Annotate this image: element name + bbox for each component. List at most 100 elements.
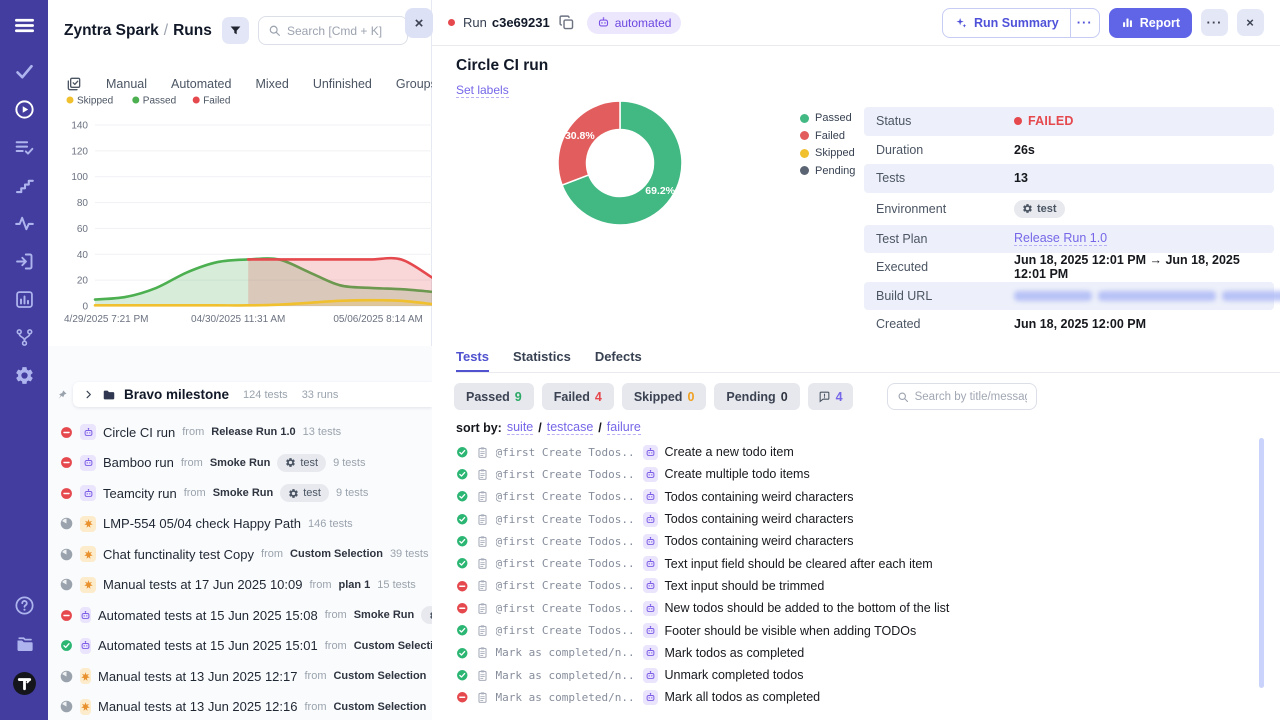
test-list-item[interactable]: @first Create Todos... Create a new todo… xyxy=(456,441,1250,463)
breadcrumb-project[interactable]: Zyntra Spark xyxy=(64,22,159,39)
tab-defects[interactable]: Defects xyxy=(595,349,642,372)
more-actions-button[interactable]: ··· xyxy=(1201,9,1228,36)
sidebar-steps-icon[interactable] xyxy=(14,175,35,196)
run-title: Circle CI run xyxy=(456,57,548,75)
run-list-item[interactable]: Manual tests at 13 Jun 2025 12:17from Cu… xyxy=(48,661,432,692)
manual-run-icon xyxy=(80,546,96,562)
test-list-item[interactable]: @first Create Todos... Todos containing … xyxy=(456,486,1250,508)
sidebar-list-check-icon[interactable] xyxy=(14,137,35,158)
copy-icon[interactable] xyxy=(558,14,575,31)
tab-mixed[interactable]: Mixed xyxy=(255,77,288,91)
run-list-item[interactable]: Teamcity runfrom Smoke Runtest9 tests xyxy=(48,478,432,509)
panel-close-button[interactable]: × xyxy=(405,8,433,38)
test-suite: @first Create Todos... xyxy=(496,557,636,570)
set-labels-link[interactable]: Set labels xyxy=(456,83,509,98)
run-list-item[interactable]: Bamboo runfrom Smoke Runtest9 tests xyxy=(48,448,432,479)
run-list-item[interactable]: Circle CI runfrom Release Run 1.013 test… xyxy=(48,417,432,448)
automated-test-icon xyxy=(643,556,658,571)
run-list-item[interactable]: Manual tests at 17 Jun 2025 10:09from pl… xyxy=(48,570,432,601)
run-summary-more-button[interactable]: ··· xyxy=(1071,9,1099,37)
sidebar-help-icon[interactable] xyxy=(14,595,35,616)
report-button[interactable]: Report xyxy=(1109,8,1192,38)
milestone-row[interactable]: Bravo milestone 124 tests 33 runs xyxy=(56,382,432,407)
filter-skipped[interactable]: Skipped 0 xyxy=(622,383,707,410)
sidebar-play-circle-icon[interactable] xyxy=(14,99,35,120)
sidebar-logo-icon[interactable] xyxy=(12,671,37,696)
tab-manual[interactable]: Manual xyxy=(106,77,147,91)
run-from-label: from xyxy=(304,701,326,713)
test-title: Todos containing weird characters xyxy=(665,512,854,526)
automated-test-icon xyxy=(643,467,658,482)
run-list-item[interactable]: LMP-554 05/04 check Happy Path146 tests xyxy=(48,509,432,540)
test-list-item[interactable]: @first Create Todos... Footer should be … xyxy=(456,619,1250,641)
funnel-icon xyxy=(229,24,242,37)
run-title: Automated tests at 15 Jun 2025 15:08 xyxy=(98,608,318,623)
detail-row: Status FAILED xyxy=(864,107,1274,136)
automated-run-icon xyxy=(80,607,91,623)
test-list-item[interactable]: Mark as completed/n... Mark todos as com… xyxy=(456,642,1250,664)
sidebar-chart-box-icon[interactable] xyxy=(14,289,35,310)
sort-row: sort by:suite/testcase/failure xyxy=(456,420,641,435)
results-donut-chart: 69.2%30.8% xyxy=(525,97,725,233)
sidebar-import-icon[interactable] xyxy=(14,251,35,272)
test-suite: @first Create Todos... xyxy=(496,602,636,615)
search-input[interactable] xyxy=(287,24,398,38)
automated-test-icon xyxy=(643,623,658,638)
test-list-item[interactable]: @first Create Todos... Todos containing … xyxy=(456,508,1250,530)
test-suite: Mark as completed/n... xyxy=(496,691,636,704)
tests-search-input[interactable] xyxy=(915,391,1027,403)
sidebar-gear-icon[interactable] xyxy=(14,365,35,386)
pin-icon xyxy=(56,389,68,401)
run-list-item[interactable]: Automated tests at 15 Jun 2025 15:08 from… xyxy=(48,600,432,631)
test-list-item[interactable]: @first Create Todos... Todos containing … xyxy=(456,530,1250,552)
tab-tests[interactable]: Tests xyxy=(456,349,489,372)
tab-groups[interactable]: Groups xyxy=(396,77,437,91)
clipboard-icon xyxy=(476,579,489,592)
sidebar-check-icon[interactable] xyxy=(14,61,35,82)
tab-automated[interactable]: Automated xyxy=(171,77,231,91)
comment-icon xyxy=(818,390,831,403)
tab-statistics[interactable]: Statistics xyxy=(513,349,571,372)
clipboard-icon xyxy=(476,557,489,570)
filter-comments[interactable]: 4 xyxy=(808,383,853,410)
filter-button[interactable] xyxy=(222,17,249,44)
detail-label: Test Plan xyxy=(864,232,1014,246)
test-list-item[interactable]: Mark as completed/n... Mark all todos as… xyxy=(456,686,1250,708)
filter-pending[interactable]: Pending 0 xyxy=(714,383,799,410)
run-list-item[interactable]: Automated tests at 15 Jun 2025 15:01from… xyxy=(48,631,432,662)
sort-separator: / xyxy=(538,421,541,435)
close-run-button[interactable]: × xyxy=(1237,9,1264,36)
detail-label: Status xyxy=(864,114,1014,128)
sidebar-activity-icon[interactable] xyxy=(14,213,35,234)
run-list-item[interactable]: Chat functinality test Copyfrom Custom S… xyxy=(48,539,432,570)
sidebar-folders-icon[interactable] xyxy=(14,633,35,654)
run-list-item[interactable]: Manual tests at 13 Jun 2025 12:16from Cu… xyxy=(48,692,432,720)
test-plan-link[interactable]: Release Run 1.0 xyxy=(1014,231,1107,246)
sort-suite-link[interactable]: suite xyxy=(507,420,533,435)
filter-failed[interactable]: Failed 4 xyxy=(542,383,614,410)
failed-status-icon xyxy=(456,691,469,704)
sort-failure-link[interactable]: failure xyxy=(607,420,641,435)
sidebar-menu-icon[interactable] xyxy=(13,14,36,37)
sort-testcase-link[interactable]: testcase xyxy=(547,420,594,435)
run-id: c3e69231 xyxy=(492,15,550,30)
test-list-item[interactable]: @first Create Todos... Create multiple t… xyxy=(456,463,1250,485)
svg-text:04/30/2025 11:31 AM: 04/30/2025 11:31 AM xyxy=(191,314,285,325)
run-summary-button[interactable]: Run Summary ··· xyxy=(942,8,1100,38)
test-list-item[interactable]: @first Create Todos... Text input should… xyxy=(456,575,1250,597)
chevron-right-icon[interactable] xyxy=(83,389,94,400)
tests-scrollbar[interactable] xyxy=(1259,438,1264,688)
run-title: Manual tests at 17 Jun 2025 10:09 xyxy=(103,577,302,592)
test-list-item[interactable]: @first Create Todos... Text input field … xyxy=(456,552,1250,574)
tab-unfinished[interactable]: Unfinished xyxy=(313,77,372,91)
run-from-label: from xyxy=(184,487,206,499)
detail-row: Created Jun 18, 2025 12:00 PM xyxy=(864,310,1274,339)
test-list-item[interactable]: Mark as completed/n... Unmark completed … xyxy=(456,664,1250,686)
filter-passed[interactable]: Passed 9 xyxy=(454,383,534,410)
sidebar-branch-icon[interactable] xyxy=(14,327,35,348)
test-list-item[interactable]: @first Create Todos... New todos should … xyxy=(456,597,1250,619)
run-from-label: from xyxy=(325,609,347,621)
detail-value: Jun 18, 2025 12:01 PM → Jun 18, 2025 12:… xyxy=(1014,253,1274,281)
svg-text:100: 100 xyxy=(71,172,88,183)
select-all-icon[interactable] xyxy=(66,76,82,92)
